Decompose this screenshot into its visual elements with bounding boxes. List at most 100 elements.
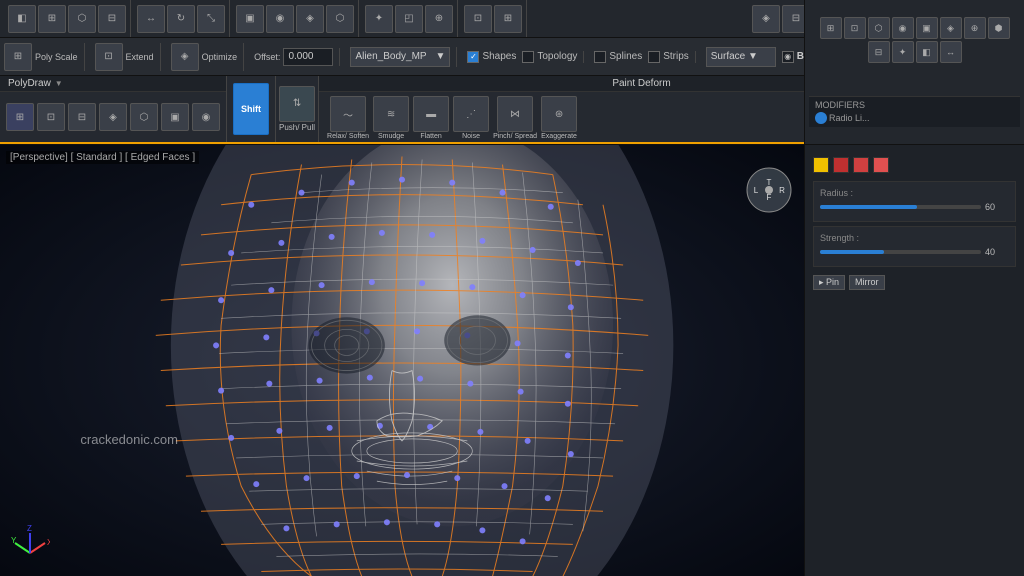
exaggerate-label: Exaggerate xyxy=(541,133,577,140)
optimize-icon[interactable]: ◈ xyxy=(171,43,199,71)
pinch-spread-label: Pinch/ Spread xyxy=(493,133,537,140)
modifier-radio-btn[interactable] xyxy=(815,112,827,124)
exaggerate-btn[interactable]: ⊛ xyxy=(541,96,577,132)
rp-icon-4[interactable]: ◉ xyxy=(892,17,914,39)
extra-1-btn[interactable]: ◈ xyxy=(752,5,780,33)
pushpull-icon[interactable]: ⇅ xyxy=(279,86,315,122)
right-panel: ⊞ ⊡ ⬡ ◉ ▣ ◈ ⊕ ⬢ ⊟ ✦ ◧ ↔ MODIFIERS Radio … xyxy=(804,0,1024,576)
rp-icon-7[interactable]: ⊕ xyxy=(964,17,986,39)
view-2-btn[interactable]: ⊞ xyxy=(494,5,522,33)
relax-soften-btn[interactable]: 〜 xyxy=(330,96,366,132)
pinch-spread-btn[interactable]: ⋈ xyxy=(497,96,533,132)
extend-icon[interactable]: ⊡ xyxy=(95,43,123,71)
branches-checkbox[interactable]: ◉ xyxy=(782,51,794,63)
paint-deform-label: Paint Deform xyxy=(612,78,670,89)
splines-checkbox-row: Splines xyxy=(594,51,642,63)
pd-tool-1[interactable]: ⊞ xyxy=(6,103,34,131)
rp-icon-12[interactable]: ↔ xyxy=(940,41,962,63)
snap-btn[interactable]: ⊕ xyxy=(425,5,453,33)
color-red1-swatch[interactable] xyxy=(833,157,849,173)
pd-tool-7[interactable]: ◉ xyxy=(192,103,220,131)
offset-label: Offset: xyxy=(254,52,280,62)
strips-checkbox[interactable] xyxy=(648,51,660,63)
shift-label: Shift xyxy=(241,104,261,114)
extend-label: Extend xyxy=(126,52,154,62)
surface-dropdown[interactable]: Surface ▼ xyxy=(706,47,776,67)
watermark: crackedonic.com xyxy=(80,432,178,447)
radius-label: Radius : xyxy=(820,188,1009,198)
pd-tool-6[interactable]: ▣ xyxy=(161,103,189,131)
select-2-btn[interactable]: ◉ xyxy=(266,5,294,33)
flatten-btn[interactable]: ▬ xyxy=(413,96,449,132)
svg-text:X: X xyxy=(47,538,50,547)
topology-checkbox[interactable] xyxy=(522,51,534,63)
polyscale-icon[interactable]: ⊞ xyxy=(4,43,32,71)
polydraw-section: PolyDraw ▼ ⊞ ⊡ ⊟ ◈ ⬡ ▣ ◉ xyxy=(0,76,227,142)
transform-tools-section: ↔ ↻ ⤡ xyxy=(133,0,230,37)
rp-icon-11[interactable]: ◧ xyxy=(916,41,938,63)
optimize-label: Optimize xyxy=(202,52,238,62)
select-tools-section: ▣ ◉ ◈ ⬡ xyxy=(232,0,359,37)
mode-tools-section: ◧ ⊞ ⬡ ⊟ xyxy=(4,0,131,37)
tool-2-btn[interactable]: ⊞ xyxy=(38,5,66,33)
rp-icon-10[interactable]: ✦ xyxy=(892,41,914,63)
color-red3-swatch[interactable] xyxy=(873,157,889,173)
compass-svg: T F L R xyxy=(744,165,794,215)
strength-value: 40 xyxy=(985,247,1009,257)
rp-icon-5[interactable]: ▣ xyxy=(916,17,938,39)
rp-icon-8[interactable]: ⬢ xyxy=(988,17,1010,39)
color-red2-swatch[interactable] xyxy=(853,157,869,173)
shapes-label: Shapes xyxy=(482,51,516,62)
edit-1-btn[interactable]: ✦ xyxy=(365,5,393,33)
right-panel-content: Radius : 60 Strength : 40 ▸ Pin Mirror xyxy=(805,145,1024,298)
pd-tool-4[interactable]: ◈ xyxy=(99,103,127,131)
pd-tool-2[interactable]: ⊡ xyxy=(37,103,65,131)
svg-text:L: L xyxy=(754,186,759,195)
noise-btn[interactable]: ⋰ xyxy=(453,96,489,132)
option-1-btn[interactable]: ▸ Pin xyxy=(813,275,845,290)
rp-icon-1[interactable]: ⊞ xyxy=(820,17,842,39)
shift-btn[interactable]: Shift xyxy=(233,83,269,135)
edit-2-btn[interactable]: ◰ xyxy=(395,5,423,33)
scale-btn[interactable]: ⤡ xyxy=(197,5,225,33)
view-1-btn[interactable]: ⊡ xyxy=(464,5,492,33)
color-yellow-swatch[interactable] xyxy=(813,157,829,173)
polydraw-tools: ⊞ ⊡ ⊟ ◈ ⬡ ▣ ◉ xyxy=(0,92,226,142)
strength-slider[interactable] xyxy=(820,250,981,254)
tool-3-btn[interactable]: ⬡ xyxy=(68,5,96,33)
rp-icon-2[interactable]: ⊡ xyxy=(844,17,866,39)
pd-tool-5[interactable]: ⬡ xyxy=(130,103,158,131)
select-1-btn[interactable]: ▣ xyxy=(236,5,264,33)
smudge-btn[interactable]: ≋ xyxy=(373,96,409,132)
rp-icon-9[interactable]: ⊟ xyxy=(868,41,890,63)
navigation-compass[interactable]: T F L R xyxy=(744,165,794,215)
strength-label: Strength : xyxy=(820,233,1009,243)
splines-checkbox[interactable] xyxy=(594,51,606,63)
rp-icon-3[interactable]: ⬡ xyxy=(868,17,890,39)
move-btn[interactable]: ↔ xyxy=(137,5,165,33)
mesh-selector[interactable]: Alien_Body_MP ▼ xyxy=(350,47,450,67)
topology-checkbox-row: Topology xyxy=(522,51,577,63)
radius-value: 60 xyxy=(985,202,1009,212)
radius-slider[interactable] xyxy=(820,205,981,209)
pd-tool-3[interactable]: ⊟ xyxy=(68,103,96,131)
tool-4-btn[interactable]: ⊟ xyxy=(98,5,126,33)
flatten-label: Flatten xyxy=(420,133,441,140)
strips-label: Strips xyxy=(663,51,689,62)
svg-text:F: F xyxy=(767,193,772,202)
topology-label: Topology xyxy=(537,51,577,62)
pushpull-label: Push/ Pull xyxy=(279,124,315,133)
tool-1-btn[interactable]: ◧ xyxy=(8,5,36,33)
polydraw-dropdown-icon[interactable]: ▼ xyxy=(55,79,63,88)
polydraw-label: PolyDraw xyxy=(8,78,51,89)
right-panel-top: ⊞ ⊡ ⬡ ◉ ▣ ◈ ⊕ ⬢ ⊟ ✦ ◧ ↔ MODIFIERS Radio … xyxy=(805,0,1024,145)
shapes-checkbox[interactable]: ✓ xyxy=(467,51,479,63)
option-2-btn[interactable]: Mirror xyxy=(849,275,885,290)
edit-tools-section: ✦ ◰ ⊕ xyxy=(361,0,458,37)
axis-indicator: X Y Z xyxy=(10,523,50,566)
select-4-btn[interactable]: ⬡ xyxy=(326,5,354,33)
select-3-btn[interactable]: ◈ xyxy=(296,5,324,33)
offset-input[interactable] xyxy=(283,48,333,66)
rotate-btn[interactable]: ↻ xyxy=(167,5,195,33)
rp-icon-6[interactable]: ◈ xyxy=(940,17,962,39)
